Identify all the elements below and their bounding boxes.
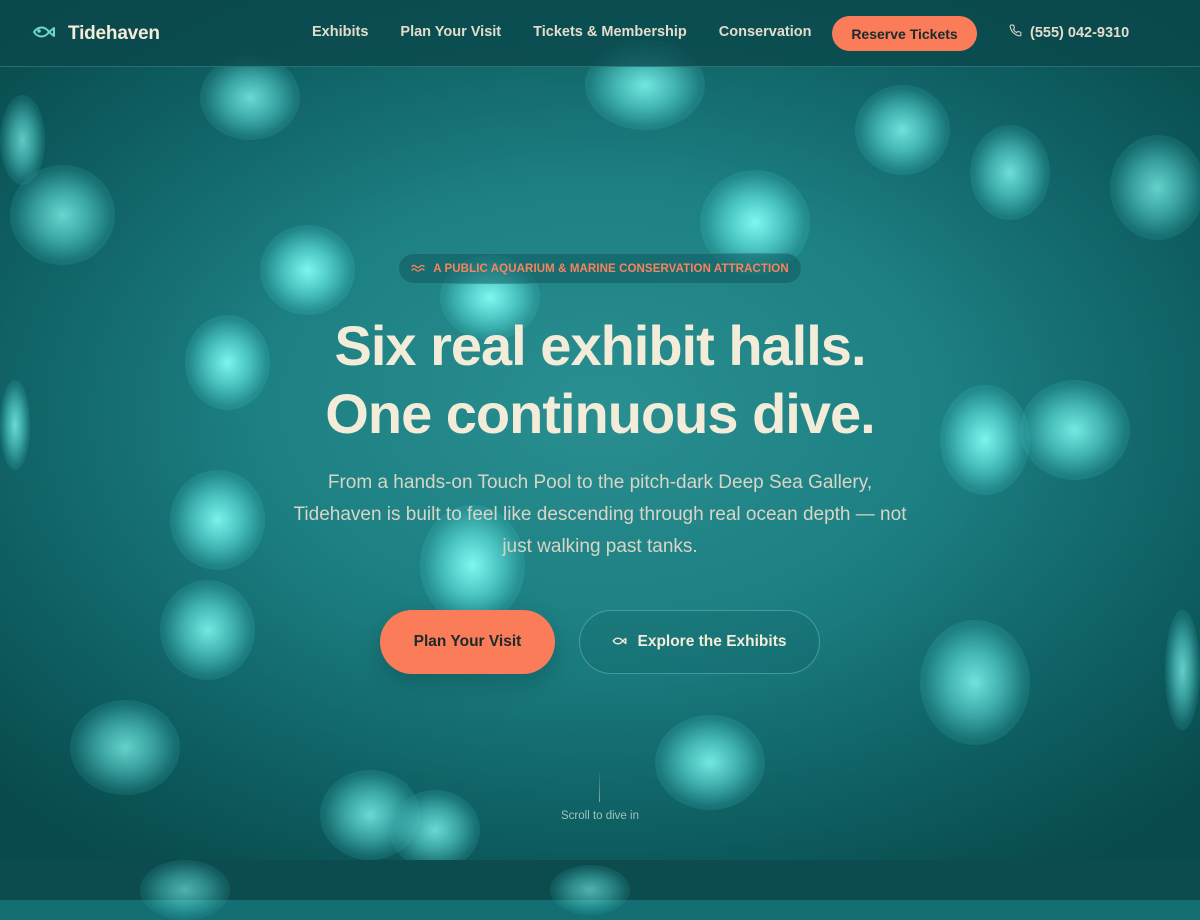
scroll-hint[interactable]: Scroll to dive in (500, 810, 700, 822)
top-navigation: Tidehaven Exhibits Plan Your Visit Ticke… (0, 0, 1200, 67)
nav-link-exhibits[interactable]: Exhibits (312, 24, 368, 40)
next-section-edge (0, 860, 1200, 920)
hero-headline-line-2: One continuous dive. (325, 382, 875, 445)
nav-link-tickets-membership[interactable]: Tickets & Membership (533, 24, 687, 40)
phone-number: (555) 042-9310 (1030, 24, 1130, 41)
phone-link[interactable]: (555) 042-9310 (1009, 24, 1129, 41)
explore-exhibits-label: Explore the Exhibits (637, 633, 787, 650)
fish-icon (32, 24, 56, 45)
hero-eyebrow-badge: A PUBLIC AQUARIUM & MARINE CONSERVATION … (398, 253, 802, 284)
brand-logo[interactable]: Tidehaven (32, 20, 160, 48)
main-menu: Exhibits Plan Your Visit Tickets & Membe… (312, 24, 811, 40)
scroll-indicator-line (599, 772, 600, 802)
background-vignette (0, 0, 1200, 900)
hero-headline: Six real exhibit halls. One continuous d… (150, 312, 1050, 448)
hero-headline-line-1: Six real exhibit halls. (334, 314, 866, 377)
nav-link-conservation[interactable]: Conservation (719, 24, 812, 40)
plan-your-visit-button[interactable]: Plan Your Visit (380, 610, 555, 674)
hero-eyebrow-text: A PUBLIC AQUARIUM & MARINE CONSERVATION … (433, 262, 789, 275)
waves-icon (411, 260, 425, 278)
reserve-tickets-button[interactable]: Reserve Tickets (832, 16, 977, 51)
brand-name: Tidehaven (68, 23, 160, 44)
explore-exhibits-button[interactable]: Explore the Exhibits (579, 610, 820, 674)
nav-link-plan-your-visit[interactable]: Plan Your Visit (400, 24, 501, 40)
phone-icon (1009, 24, 1022, 41)
hero-description: From a hands-on Touch Pool to the pitch-… (293, 472, 907, 557)
fish-icon (612, 633, 627, 651)
